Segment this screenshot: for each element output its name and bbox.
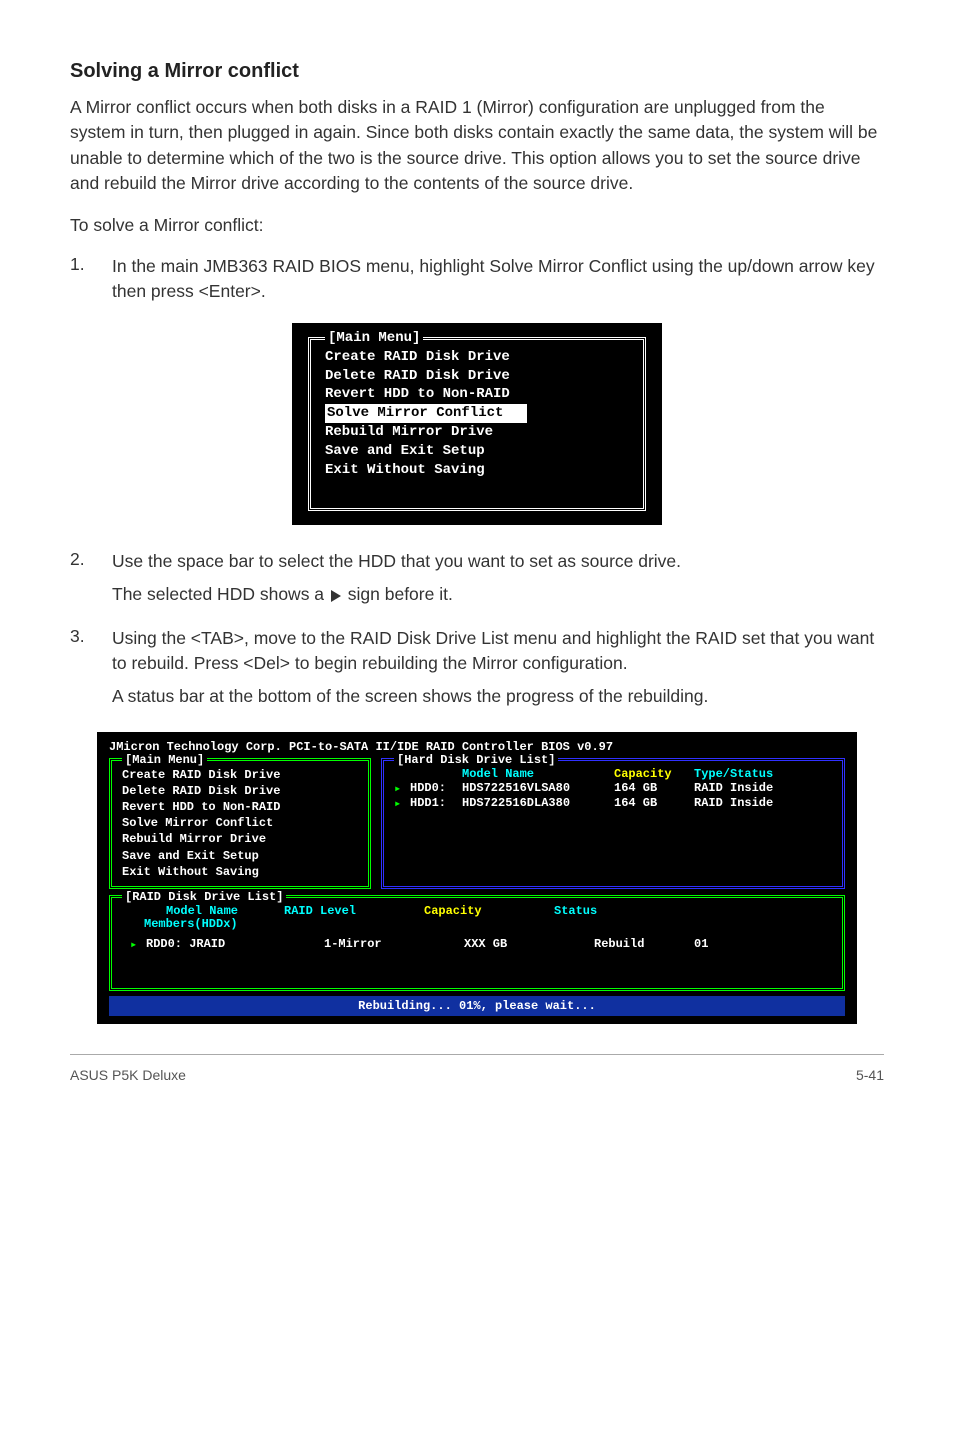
section-heading: Solving a Mirror conflict bbox=[70, 60, 884, 83]
bios-menu-item: Rebuild Mirror Drive bbox=[122, 831, 358, 847]
bios-menu-item: Create RAID Disk Drive bbox=[122, 767, 358, 783]
bios-menu-item: Delete RAID Disk Drive bbox=[325, 367, 629, 386]
bios-raid-list-panel: [RAID Disk Drive List] Model Name RAID L… bbox=[109, 895, 845, 991]
raid-level: 1-Mirror bbox=[324, 937, 464, 952]
paragraph-lead: To solve a Mirror conflict: bbox=[70, 213, 884, 238]
hdd-row-0: ▸ HDD0: HDS722516VLSA80 164 GB RAID Insi… bbox=[394, 781, 832, 796]
bios-highlight-text: Solve Mirror Conflict bbox=[325, 404, 527, 423]
hdd-header-model: Model Name bbox=[462, 767, 614, 781]
step-3-text: Using the <TAB>, move to the RAID Disk D… bbox=[112, 628, 874, 673]
hdd-header-capacity: Capacity bbox=[614, 767, 694, 781]
bios-footer-text: Rebuilding... 01%, please wait... bbox=[109, 996, 845, 1016]
bios-large-screen: JMicron Technology Corp. PCI-to-SATA II/… bbox=[97, 732, 857, 1024]
raid-extra: 01 bbox=[694, 937, 830, 952]
bios-menu-item: Revert HDD to Non-RAID bbox=[325, 385, 629, 404]
bios-menu-item: Exit Without Saving bbox=[122, 864, 358, 880]
sub-after: sign before it. bbox=[343, 584, 453, 604]
bios-small-title: [Main Menu] bbox=[325, 330, 423, 346]
hdd-capacity: 164 GB bbox=[614, 796, 694, 811]
hdd-header-type: Type/Status bbox=[694, 767, 832, 781]
bios-menu-item: Save and Exit Setup bbox=[325, 442, 629, 461]
hdd-arrow-spacer bbox=[394, 767, 410, 781]
step-1: 1. In the main JMB363 RAID BIOS menu, hi… bbox=[70, 254, 884, 305]
step-number: 2. bbox=[70, 549, 112, 616]
raid-header-level: RAID Level bbox=[284, 904, 424, 918]
step-2-text: Use the space bar to select the HDD that… bbox=[112, 551, 681, 571]
bios-small-screen: [Main Menu] Create RAID Disk Drive Delet… bbox=[292, 323, 662, 525]
raid-members-label: Members(HDDx) bbox=[124, 917, 830, 931]
bios-small-container: [Main Menu] Create RAID Disk Drive Delet… bbox=[70, 323, 884, 525]
footer-left: ASUS P5K Deluxe bbox=[70, 1067, 186, 1083]
page-footer: ASUS P5K Deluxe 5-41 bbox=[70, 1054, 884, 1083]
step-text: Using the <TAB>, move to the RAID Disk D… bbox=[112, 626, 884, 718]
step-number: 3. bbox=[70, 626, 112, 718]
bios-menu-item-selected: Solve Mirror Conflict bbox=[325, 404, 629, 423]
bios-main-menu-box: [Main Menu] Create RAID Disk Drive Delet… bbox=[308, 337, 646, 511]
hdd-arrow-icon: ▸ bbox=[394, 781, 410, 796]
raid-name: RDD0: JRAID bbox=[146, 937, 324, 952]
step-2-subtext: The selected HDD shows a sign before it. bbox=[112, 582, 884, 607]
hdd-slot-spacer bbox=[410, 767, 462, 781]
raid-header-capacity: Capacity bbox=[424, 904, 554, 918]
step-3-subtext: A status bar at the bottom of the screen… bbox=[112, 684, 884, 709]
hdd-arrow-icon: ▸ bbox=[394, 796, 410, 811]
bios-menu-item: Solve Mirror Conflict bbox=[122, 815, 358, 831]
raid-header-spacer bbox=[654, 904, 830, 918]
step-3: 3. Using the <TAB>, move to the RAID Dis… bbox=[70, 626, 884, 718]
bios-large-container: JMicron Technology Corp. PCI-to-SATA II/… bbox=[70, 732, 884, 1024]
bios-menu-item: Create RAID Disk Drive bbox=[325, 348, 629, 367]
hdd-type: RAID Inside bbox=[694, 796, 832, 811]
step-2: 2. Use the space bar to select the HDD t… bbox=[70, 549, 884, 616]
bios-menu-item: Delete RAID Disk Drive bbox=[122, 783, 358, 799]
bios-menu-item: Exit Without Saving bbox=[325, 461, 629, 480]
step-text: Use the space bar to select the HDD that… bbox=[112, 549, 884, 616]
hdd-capacity: 164 GB bbox=[614, 781, 694, 796]
hdd-type: RAID Inside bbox=[694, 781, 832, 796]
raid-capacity: XXX GB bbox=[464, 937, 594, 952]
panel-title: [Main Menu] bbox=[122, 753, 207, 767]
hdd-slot: HDD1: bbox=[410, 796, 462, 811]
bios-hdd-list-panel: [Hard Disk Drive List] Model Name Capaci… bbox=[381, 758, 845, 889]
triangle-icon bbox=[331, 590, 341, 602]
raid-header-status: Status bbox=[554, 904, 654, 918]
raid-arrow-icon: ▸ bbox=[124, 937, 146, 952]
hdd-model: HDS722516VLSA80 bbox=[462, 781, 614, 796]
hdd-model: HDS722516DLA380 bbox=[462, 796, 614, 811]
step-text: In the main JMB363 RAID BIOS menu, highl… bbox=[112, 254, 884, 305]
bios-main-menu-panel: [Main Menu] Create RAID Disk Drive Delet… bbox=[109, 758, 371, 889]
panel-title: [Hard Disk Drive List] bbox=[394, 753, 558, 767]
raid-header-row: Model Name RAID Level Capacity Status bbox=[124, 904, 830, 918]
hdd-row-1: ▸ HDD1: HDS722516DLA380 164 GB RAID Insi… bbox=[394, 796, 832, 811]
bios-menu-item: Revert HDD to Non-RAID bbox=[122, 799, 358, 815]
hdd-header-row: Model Name Capacity Type/Status bbox=[394, 767, 832, 781]
bios-top-row: [Main Menu] Create RAID Disk Drive Delet… bbox=[109, 758, 845, 889]
raid-status: Rebuild bbox=[594, 937, 694, 952]
raid-data-row: ▸ RDD0: JRAID 1-Mirror XXX GB Rebuild 01 bbox=[124, 937, 830, 952]
panel-title: [RAID Disk Drive List] bbox=[122, 890, 286, 904]
sub-before: The selected HDD shows a bbox=[112, 584, 329, 604]
footer-right: 5-41 bbox=[856, 1067, 884, 1083]
step-number: 1. bbox=[70, 254, 112, 305]
paragraph-intro: A Mirror conflict occurs when both disks… bbox=[70, 95, 884, 197]
bios-menu-item: Save and Exit Setup bbox=[122, 848, 358, 864]
bios-menu-item: Rebuild Mirror Drive bbox=[325, 423, 629, 442]
raid-header-model: Model Name bbox=[124, 904, 284, 918]
hdd-slot: HDD0: bbox=[410, 781, 462, 796]
